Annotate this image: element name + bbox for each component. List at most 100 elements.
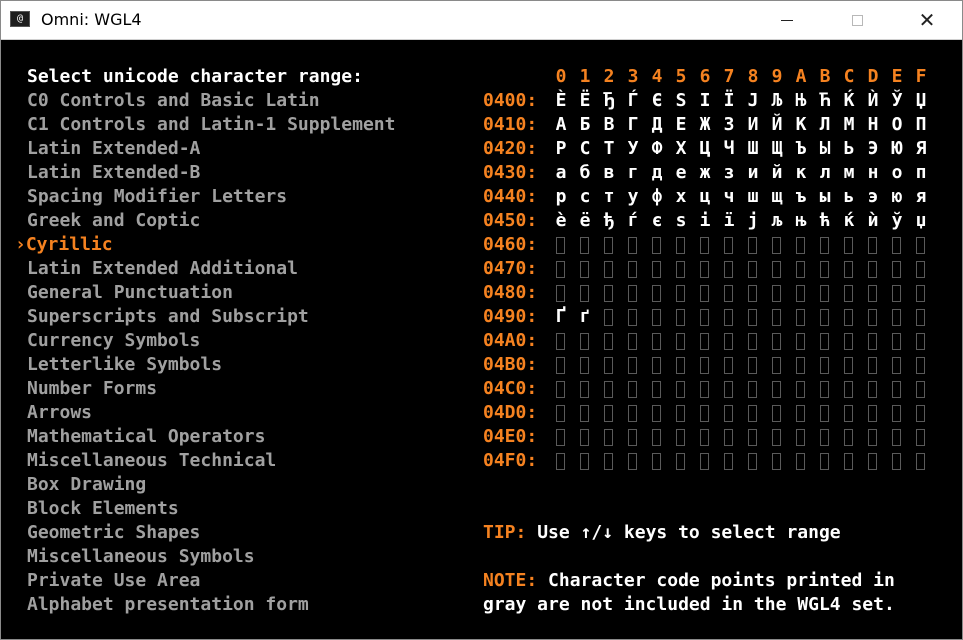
missing-glyph-box <box>580 261 589 278</box>
range-item[interactable]: Geometric Shapes <box>27 523 200 543</box>
missing-glyph-box <box>580 381 589 398</box>
row-label: 04A0: <box>483 330 538 351</box>
glyph-cell: ї <box>723 210 735 231</box>
glyph-cell: р <box>555 186 567 207</box>
range-item[interactable]: Miscellaneous Symbols <box>27 547 255 567</box>
missing-glyph-box <box>844 405 853 422</box>
note-label: NOTE: <box>483 570 538 591</box>
glyph-cell: ц <box>699 186 711 207</box>
range-item-label: General Punctuation <box>27 282 233 303</box>
missing-glyph-box <box>796 453 805 470</box>
missing-glyph-box <box>772 429 781 446</box>
missing-glyph-box <box>892 309 901 326</box>
missing-glyph-box <box>820 261 829 278</box>
row-label: 0410: <box>483 114 538 135</box>
missing-glyph-box <box>868 333 877 350</box>
missing-glyph-box <box>652 429 661 446</box>
row-label: 0480: <box>483 282 538 303</box>
range-item-label: Currency Symbols <box>27 330 201 351</box>
column-header: 2 <box>603 66 615 87</box>
range-item[interactable]: Letterlike Symbols <box>27 355 222 375</box>
range-item[interactable]: Mathematical Operators <box>27 427 265 447</box>
missing-glyph-box <box>700 405 709 422</box>
range-item[interactable]: Latin Extended-A <box>27 139 200 159</box>
window-title: Omni: WGL4 <box>41 10 142 29</box>
missing-glyph-box <box>868 237 877 254</box>
missing-glyph-box <box>868 429 877 446</box>
missing-glyph-box <box>724 381 733 398</box>
missing-glyph-box <box>700 453 709 470</box>
missing-glyph-box <box>748 309 757 326</box>
glyph-cell: è <box>555 210 567 231</box>
range-item[interactable]: C1 Controls and Latin-1 Supplement <box>27 115 395 135</box>
glyph-cell: Њ <box>795 90 807 111</box>
glyph-cell: С <box>579 138 591 159</box>
missing-glyph-box <box>772 309 781 326</box>
range-item[interactable]: Currency Symbols <box>27 331 200 351</box>
missing-glyph-box <box>556 357 565 374</box>
glyph-cell: И <box>747 114 759 135</box>
range-item[interactable]: Box Drawing <box>27 475 146 495</box>
missing-glyph-box <box>820 237 829 254</box>
range-item[interactable]: Greek and Coptic <box>27 211 200 231</box>
glyph-cell: щ <box>771 186 783 207</box>
missing-glyph-box <box>820 285 829 302</box>
glyph-cell: Ѕ <box>675 90 687 111</box>
range-item[interactable]: Superscripts and Subscript <box>27 307 309 327</box>
range-item-selected[interactable]: ›Cyrillic <box>15 235 113 255</box>
range-item[interactable]: Number Forms <box>27 379 157 399</box>
title-bar[interactable]: @ Omni: WGL4 ✕ <box>1 1 962 40</box>
missing-glyph-box <box>844 285 853 302</box>
close-button[interactable]: ✕ <box>904 1 950 39</box>
glyph-cell: Е <box>675 114 687 135</box>
note-line-2: gray are not included in the WGL4 set. <box>483 594 895 615</box>
missing-glyph-box <box>916 405 925 422</box>
glyph-cell: ѓ <box>627 210 639 231</box>
range-item[interactable]: Miscellaneous Technical <box>27 451 276 471</box>
range-item[interactable]: C0 Controls and Basic Latin <box>27 91 320 111</box>
missing-glyph-box <box>796 429 805 446</box>
missing-glyph-box <box>652 261 661 278</box>
missing-glyph-box <box>724 453 733 470</box>
range-item-label: Box Drawing <box>27 474 147 495</box>
glyph-cell: Й <box>771 114 783 135</box>
glyph-cell: Ђ <box>603 90 615 111</box>
glyph-cell: ћ <box>819 210 831 231</box>
range-item[interactable]: Alphabet presentation form <box>27 595 309 615</box>
range-item[interactable]: Spacing Modifier Letters <box>27 187 287 207</box>
range-item[interactable]: Arrows <box>27 403 92 423</box>
missing-glyph-box <box>580 357 589 374</box>
glyph-cell: Ѓ <box>627 90 639 111</box>
glyph-cell: о <box>891 162 903 183</box>
row-label: 0430: <box>483 162 538 183</box>
glyph-cell: э <box>867 186 879 207</box>
row-label: 0420: <box>483 138 538 159</box>
missing-glyph-box <box>580 285 589 302</box>
missing-glyph-box <box>700 381 709 398</box>
missing-glyph-box <box>628 261 637 278</box>
glyph-cell: Б <box>579 114 591 135</box>
range-item[interactable]: Private Use Area <box>27 571 200 591</box>
missing-glyph-box <box>748 261 757 278</box>
missing-glyph-box <box>700 261 709 278</box>
maximize-button[interactable] <box>834 1 880 39</box>
range-item[interactable]: Latin Extended Additional <box>27 259 298 279</box>
missing-glyph-box <box>772 357 781 374</box>
row-label: 0450: <box>483 210 538 231</box>
row-label: 0400: <box>483 90 538 111</box>
glyph-cell: т <box>603 186 615 207</box>
range-item[interactable]: General Punctuation <box>27 283 233 303</box>
glyph-cell: г <box>627 162 639 183</box>
range-item[interactable]: Block Elements <box>27 499 179 519</box>
glyph-cell: Г <box>627 114 639 135</box>
minimize-button[interactable] <box>764 1 810 39</box>
row-label: 04F0: <box>483 450 538 471</box>
range-item[interactable]: Latin Extended-B <box>27 163 200 183</box>
row-label: 04D0: <box>483 402 538 423</box>
glyph-cell: О <box>891 114 903 135</box>
missing-glyph-box <box>652 357 661 374</box>
missing-glyph-box <box>724 285 733 302</box>
missing-glyph-box <box>580 405 589 422</box>
console-area[interactable]: Select unicode character range: C0 Contr… <box>1 40 962 639</box>
selection-cursor: › <box>15 234 26 255</box>
